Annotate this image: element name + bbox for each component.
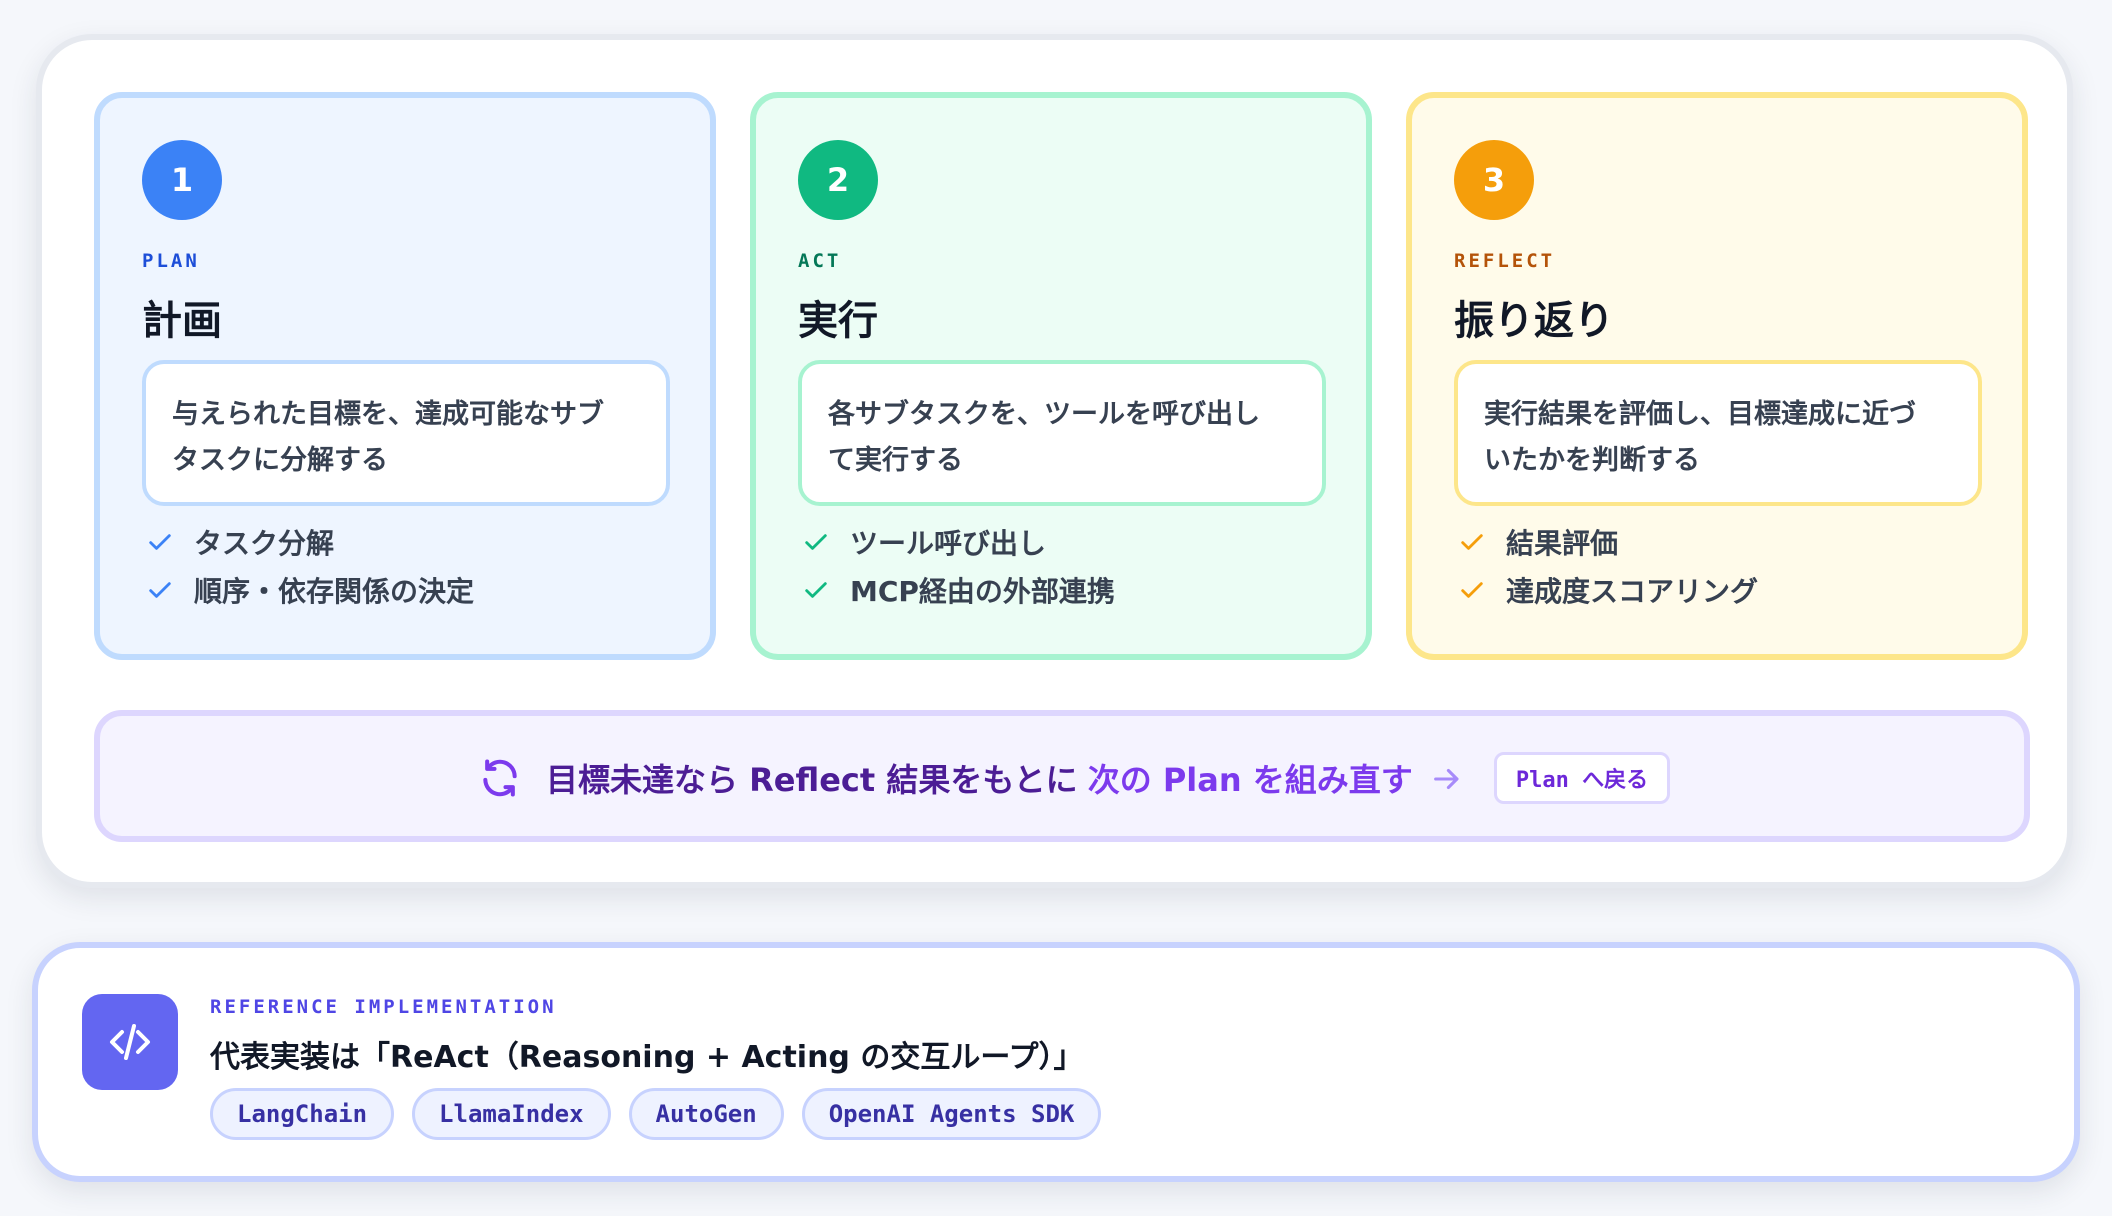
check-icon <box>1461 534 1483 550</box>
check-icon <box>149 534 171 550</box>
description-line: タスクに分解する <box>172 445 388 476</box>
step-eyebrow: REFLECT <box>1454 250 1556 272</box>
bullet-label: 結果評価 <box>1506 527 1619 560</box>
step-bullets: ツール呼び出し MCP経由の外部連携 <box>802 518 1115 614</box>
bullet-item: タスク分解 <box>146 518 474 566</box>
description-line: て実行する <box>828 445 963 476</box>
bullet-item: 順序・依存関係の決定 <box>146 566 474 614</box>
tag-llamaindex[interactable]: LlamaIndex <box>412 1088 611 1140</box>
step-number-badge: 3 <box>1454 140 1534 220</box>
step-number-badge: 1 <box>142 140 222 220</box>
step-description: 実行結果を評価し、目標達成に近づ いたかを判断する <box>1454 360 1982 506</box>
step-number-badge: 2 <box>798 140 878 220</box>
description-line: 各サブタスクを、ツールを呼び出し <box>828 399 1260 430</box>
reference-eyebrow: REFERENCE IMPLEMENTATION <box>210 996 557 1018</box>
loop-message-condition: 目標未達なら Reflect 結果をもとに <box>546 761 1078 799</box>
bullet-item: 結果評価 <box>1458 518 1758 566</box>
plan-card: 1 PLAN 計画 与えられた目標を、達成可能なサブ タスクに分解する タスク分… <box>94 92 716 660</box>
step-title: 振り返り <box>1454 298 1614 344</box>
bullet-item: MCP経由の外部連携 <box>802 566 1115 614</box>
loop-message: 目標未達なら Reflect 結果をもとに 次の Plan を組み直す <box>546 754 1413 802</box>
description-line: いたかを判断する <box>1484 445 1700 476</box>
check-icon <box>149 582 171 598</box>
bullet-label: タスク分解 <box>194 527 335 560</box>
tag-autogen[interactable]: AutoGen <box>628 1088 784 1140</box>
description-line: 与えられた目標を、達成可能なサブ <box>172 399 604 430</box>
tag-langchain[interactable]: LangChain <box>210 1088 395 1140</box>
bullet-label: 順序・依存関係の決定 <box>194 575 475 608</box>
step-eyebrow: ACT <box>798 250 842 272</box>
agent-loop-panel: 1 PLAN 計画 与えられた目標を、達成可能なサブ タスクに分解する タスク分… <box>36 34 2073 888</box>
check-icon <box>805 534 827 550</box>
step-description: 各サブタスクを、ツールを呼び出し て実行する <box>798 360 1326 506</box>
bullet-item: 達成度スコアリング <box>1458 566 1758 614</box>
check-icon <box>805 582 827 598</box>
step-title: 計画 <box>142 298 222 344</box>
bullet-label: 達成度スコアリング <box>1506 575 1759 608</box>
refresh-icon <box>483 759 517 797</box>
step-eyebrow: PLAN <box>142 250 200 272</box>
bullet-item: ツール呼び出し <box>802 518 1115 566</box>
arrow-right-icon <box>1434 768 1459 790</box>
code-icon <box>82 994 178 1090</box>
framework-tags: LangChain LlamaIndex AutoGen OpenAI Agen… <box>210 1088 1102 1140</box>
description-line: 実行結果を評価し、目標達成に近づ <box>1484 399 1916 430</box>
step-title: 実行 <box>798 298 878 344</box>
bullet-label: MCP経由の外部連携 <box>850 575 1115 608</box>
check-icon <box>1461 582 1483 598</box>
act-card: 2 ACT 実行 各サブタスクを、ツールを呼び出し て実行する ツール呼び出し … <box>750 92 1372 660</box>
loop-back-bar: 目標未達なら Reflect 結果をもとに 次の Plan を組み直す Plan… <box>94 710 2030 842</box>
step-bullets: タスク分解 順序・依存関係の決定 <box>146 518 474 614</box>
reference-title: 代表実装は「ReAct（Reasoning + Acting の交互ループ）」 <box>210 1040 1084 1075</box>
loop-message-action: 次の Plan を組み直す <box>1087 761 1413 799</box>
reflect-card: 3 REFLECT 振り返り 実行結果を評価し、目標達成に近づ いたかを判断する… <box>1406 92 2028 660</box>
step-description: 与えられた目標を、達成可能なサブ タスクに分解する <box>142 360 670 506</box>
back-to-plan-button[interactable]: Plan へ戻る <box>1494 752 1670 804</box>
reference-panel: REFERENCE IMPLEMENTATION 代表実装は「ReAct（Rea… <box>32 942 2080 1182</box>
step-bullets: 結果評価 達成度スコアリング <box>1458 518 1758 614</box>
bullet-label: ツール呼び出し <box>850 527 1047 560</box>
tag-openai-agents-sdk[interactable]: OpenAI Agents SDK <box>801 1088 1102 1140</box>
